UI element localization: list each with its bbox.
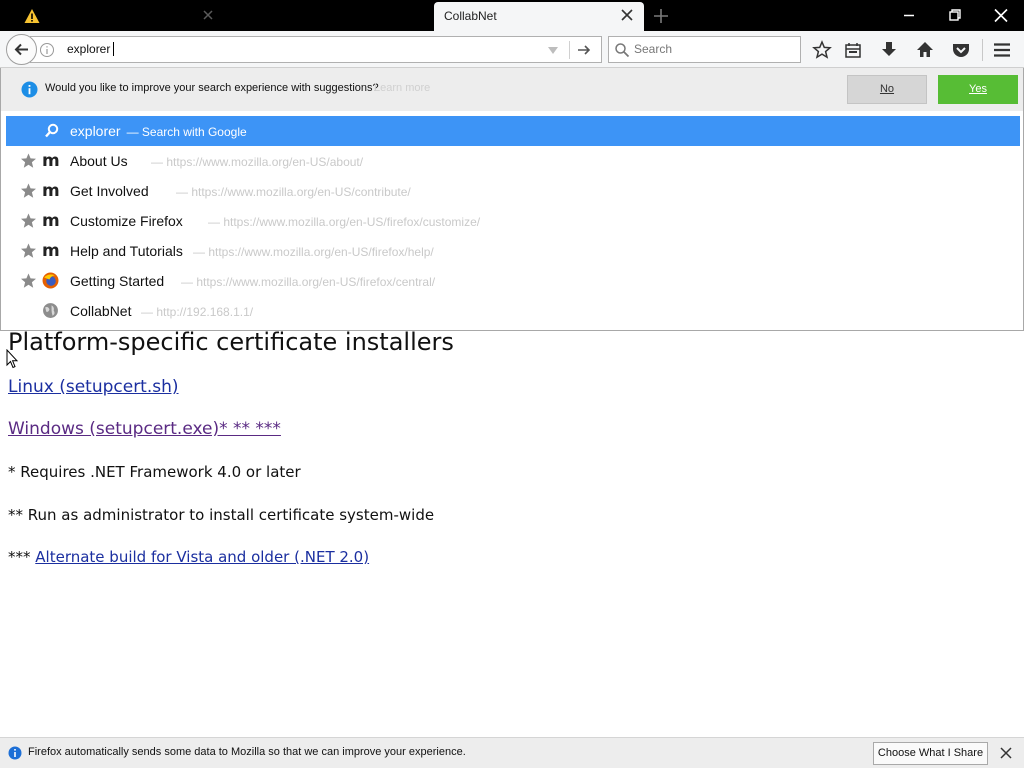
autocomplete-row[interactable]: m About Us — https://www.mozilla.org/en-… [6, 146, 1020, 176]
suggestions-yes-button[interactable]: Yes [938, 75, 1018, 104]
autocomplete-title: CollabNet [70, 303, 132, 319]
autocomplete-title: About Us [70, 153, 128, 169]
autocomplete-url: — https://www.mozilla.org/en-US/about/ [151, 155, 364, 169]
autocomplete-row-search[interactable]: explorer — Search with Google [6, 116, 1020, 146]
close-tab-icon[interactable] [200, 7, 216, 23]
search-icon [45, 123, 59, 138]
autocomplete-row[interactable]: m Customize Firefox — https://www.mozill… [6, 206, 1020, 236]
autocomplete-title: Getting Started [70, 273, 165, 289]
toolbar-separator [982, 39, 983, 61]
site-info-icon[interactable] [39, 42, 55, 58]
search-action: — Search with Google [126, 125, 247, 139]
autocomplete-row[interactable]: Getting Started — https://www.mozilla.or… [6, 266, 1020, 296]
search-icon[interactable] [614, 42, 630, 58]
navigation-toolbar: explorer Search [0, 31, 1024, 68]
downloads-icon[interactable] [879, 40, 899, 60]
search-placeholder: Search [634, 42, 673, 56]
bookmark-star-icon [21, 273, 36, 288]
alternate-build-link[interactable]: Alternate build for Vista and older (.NE… [35, 548, 369, 566]
windows-installer-link[interactable]: Windows (setupcert.exe)* ** *** [8, 419, 281, 439]
url-separator [569, 41, 570, 59]
autocomplete-title: explorer — Search with Google [70, 123, 247, 139]
back-arrow-icon [14, 43, 28, 56]
footnote-requires-net: * Requires .NET Framework 4.0 or later [8, 463, 301, 481]
mozilla-m-icon: m [42, 181, 60, 201]
bookmark-star-icon [21, 213, 36, 228]
warning-icon [24, 9, 40, 23]
autocomplete-popup: Would you like to improve your search ex… [0, 68, 1024, 331]
minimize-icon[interactable] [886, 0, 932, 31]
bookmarks-menu-icon[interactable] [843, 40, 863, 60]
autocomplete-url: — https://www.mozilla.org/en-US/firefox/… [193, 245, 434, 259]
tab-strip: CollabNet [0, 0, 1024, 31]
new-tab-icon[interactable] [652, 7, 670, 25]
url-bar[interactable]: explorer [30, 36, 602, 63]
footnote-prefix: *** [8, 548, 36, 566]
autocomplete-row[interactable]: m Help and Tutorials — https://www.mozil… [6, 236, 1020, 266]
mozilla-m-icon: m [42, 211, 60, 231]
linux-installer-link[interactable]: Linux (setupcert.sh) [8, 377, 179, 397]
bookmark-star-icon [21, 153, 36, 168]
go-arrow-icon[interactable] [576, 42, 592, 58]
tab-title: CollabNet [444, 9, 497, 23]
autocomplete-title: Customize Firefox [70, 213, 183, 229]
mozilla-m-icon: m [42, 151, 60, 171]
learn-more-link[interactable]: Learn more [374, 82, 430, 94]
mozilla-m-icon: m [42, 241, 60, 261]
globe-icon [43, 303, 58, 318]
search-bar[interactable]: Search [608, 36, 801, 63]
notification-text: Firefox automatically sends some data to… [28, 746, 466, 758]
hamburger-menu-icon[interactable] [992, 40, 1012, 60]
autocomplete-title: Get Involved [70, 183, 149, 199]
tab-collabnet[interactable]: CollabNet [434, 2, 644, 31]
bookmark-star-icon[interactable] [812, 40, 832, 60]
suggestions-question: Would you like to improve your search ex… [45, 82, 379, 94]
choose-what-i-share-button[interactable]: Choose What I Share [873, 742, 988, 765]
firefox-icon [42, 272, 59, 289]
close-tab-icon[interactable] [619, 7, 635, 23]
data-collection-notification: Firefox automatically sends some data to… [0, 737, 1024, 768]
mouse-pointer-icon [6, 349, 18, 369]
page-title: Platform-specific certificate installers [8, 328, 454, 356]
url-input[interactable]: explorer [67, 42, 115, 56]
info-icon [8, 746, 22, 760]
search-term: explorer [70, 123, 121, 139]
autocomplete-row[interactable]: m Get Involved — https://www.mozilla.org… [6, 176, 1020, 206]
footnote-run-as-admin: ** Run as administrator to install certi… [8, 506, 435, 524]
page-content: Platform-specific certificate installers… [0, 328, 1024, 737]
bookmark-star-icon [21, 183, 36, 198]
suggestions-no-button[interactable]: No [847, 75, 927, 104]
search-suggestions-prompt: Would you like to improve your search ex… [1, 68, 1023, 111]
pocket-icon[interactable] [951, 40, 971, 60]
tab-firefox[interactable] [218, 0, 641, 31]
bookmark-star-icon [21, 243, 36, 258]
close-icon[interactable] [1000, 747, 1012, 759]
restore-icon[interactable] [932, 0, 978, 31]
history-dropdown-icon[interactable] [547, 46, 559, 55]
url-input-value: explorer [67, 42, 111, 56]
tab-warning[interactable] [0, 0, 217, 31]
footnote-alternate-build: *** Alternate build for Vista and older … [8, 548, 369, 566]
back-button[interactable] [6, 34, 37, 65]
autocomplete-url: — http://192.168.1.1/ [141, 305, 254, 319]
window-close-icon[interactable] [978, 0, 1024, 31]
autocomplete-url: — https://www.mozilla.org/en-US/firefox/… [208, 215, 481, 229]
autocomplete-title: Help and Tutorials [70, 243, 183, 259]
autocomplete-url: — https://www.mozilla.org/en-US/firefox/… [181, 275, 436, 289]
home-icon[interactable] [915, 40, 935, 60]
text-caret [113, 42, 115, 56]
info-icon [21, 81, 38, 98]
autocomplete-row[interactable]: CollabNet — http://192.168.1.1/ [6, 296, 1020, 326]
autocomplete-url: — https://www.mozilla.org/en-US/contribu… [176, 185, 411, 199]
